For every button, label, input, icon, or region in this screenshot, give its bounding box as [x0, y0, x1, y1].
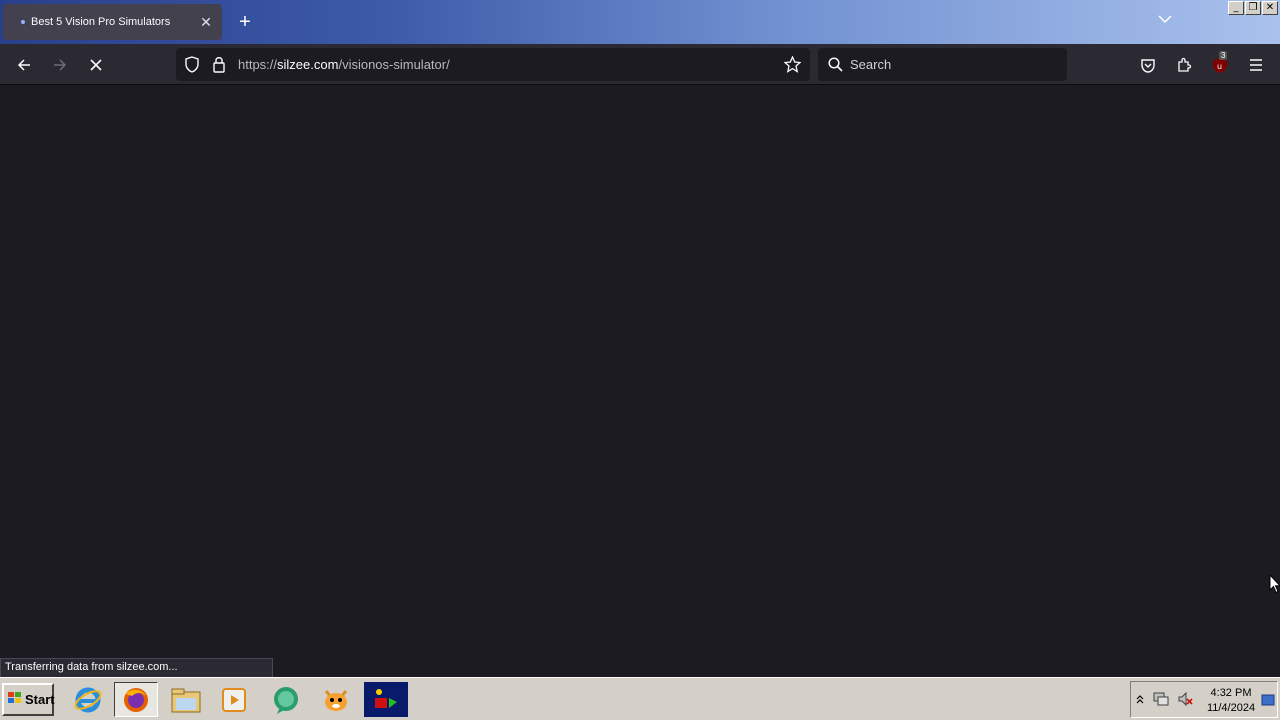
start-label: Start [25, 692, 55, 707]
navigation-toolbar: https://silzee.com/visionos-simulator/ S… [0, 44, 1280, 85]
bookmark-star-icon[interactable] [783, 55, 802, 78]
app-launcher-icon[interactable] [364, 682, 408, 717]
search-placeholder: Search [850, 57, 892, 72]
show-desktop-icon[interactable] [1261, 693, 1275, 712]
url-scheme: https:// [238, 57, 278, 72]
svg-text:u: u [1217, 62, 1222, 71]
tab-close-icon[interactable]: ✕ [196, 14, 216, 31]
pocket-icon[interactable] [1136, 53, 1160, 77]
url-text[interactable]: https://silzee.com/visionos-simulator/ [238, 57, 450, 72]
volume-muted-icon[interactable] [1177, 691, 1193, 712]
restore-button[interactable]: ❐ [1245, 1, 1261, 15]
extensions-icon[interactable] [1172, 53, 1196, 77]
media-player-icon[interactable] [212, 682, 256, 717]
firefox-icon[interactable] [114, 682, 158, 717]
network-icon[interactable] [1153, 691, 1169, 712]
search-icon [828, 57, 843, 77]
clock-date: 11/4/2024 [1206, 702, 1256, 714]
taskbar: Start 4:32 PM 11/4/2024 [0, 677, 1280, 720]
tracking-protection-shield-icon[interactable] [184, 56, 200, 78]
url-bar[interactable]: https://silzee.com/visionos-simulator/ [176, 48, 810, 81]
url-host: silzee.com [277, 57, 339, 72]
chat-app-icon[interactable] [264, 682, 308, 717]
scratch-cat-icon[interactable] [314, 682, 358, 717]
start-button[interactable]: Start [2, 683, 55, 716]
status-bar: Transferring data from silzee.com... [0, 658, 273, 677]
close-window-button[interactable]: ✕ [1262, 1, 1278, 15]
page-content [0, 85, 1280, 677]
url-path: /visionos-simulator/ [338, 57, 450, 72]
loading-dot-icon [21, 20, 25, 24]
windows-logo-icon [7, 691, 23, 708]
stop-loading-icon[interactable] [84, 53, 108, 77]
back-icon[interactable] [12, 53, 36, 77]
file-explorer-icon[interactable] [164, 682, 208, 717]
new-tab-button[interactable]: + [234, 10, 256, 34]
tab-active[interactable]: Best 5 Vision Pro Simulators ✕ [3, 4, 222, 40]
minimize-button[interactable]: _ [1228, 1, 1244, 15]
show-hidden-icons-icon[interactable] [1135, 692, 1145, 710]
search-bar[interactable]: Search [818, 48, 1067, 81]
clock-time: 4:32 PM [1210, 687, 1252, 699]
lock-icon[interactable] [212, 56, 226, 78]
forward-icon[interactable] [48, 53, 72, 77]
mouse-cursor-icon [1269, 573, 1280, 599]
window-controls: _ ❐ ✕ [1228, 1, 1278, 15]
tab-strip: Best 5 Vision Pro Simulators ✕ + _ ❐ ✕ [0, 0, 1280, 44]
internet-explorer-icon[interactable] [66, 682, 110, 717]
clock[interactable]: 4:32 PM 11/4/2024 [1205, 686, 1257, 716]
extension-count-badge: 3 [1219, 51, 1228, 60]
list-all-tabs-icon[interactable] [1158, 12, 1172, 26]
system-tray: 4:32 PM 11/4/2024 [1130, 681, 1278, 718]
menu-hamburger-icon[interactable] [1244, 53, 1268, 77]
tab-title: Best 5 Vision Pro Simulators [31, 16, 171, 28]
